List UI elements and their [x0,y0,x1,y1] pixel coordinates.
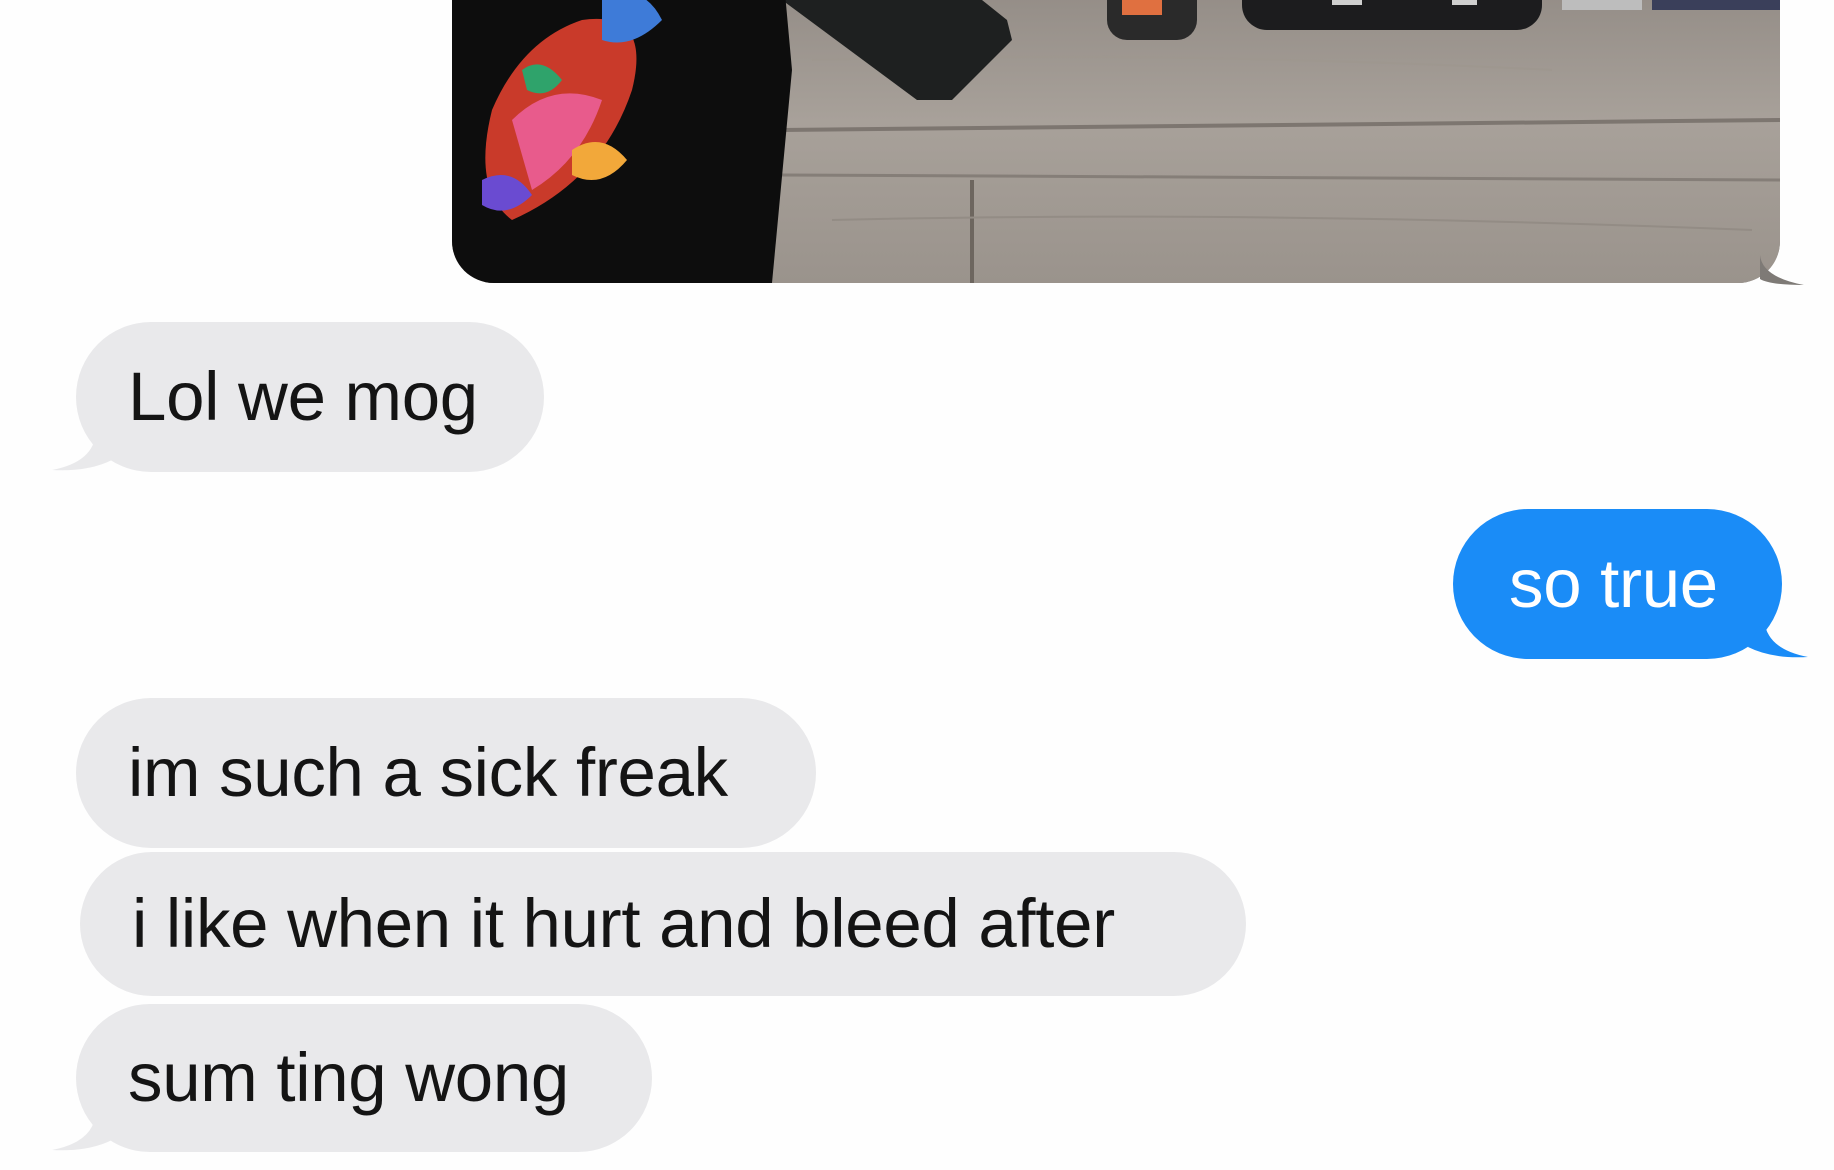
received-bubble-tail [52,432,112,471]
received-message-bubble[interactable]: im such a sick freak [76,698,816,848]
message-text: i like when it hurt and bleed after [132,885,1115,962]
sent-bubble-tail [1748,619,1808,658]
received-message-bubble[interactable]: Lol we mog [76,322,544,472]
received-message-bubble[interactable]: sum ting wong [76,1004,652,1152]
message-text: im such a sick freak [128,734,728,811]
sent-photo-message[interactable] [452,0,1780,283]
message-text: Lol we mog [128,358,478,435]
message-thread: Lol we mog so true im such a sick freak … [0,0,1834,1170]
sent-message-bubble[interactable]: so true [1453,509,1782,659]
received-message-bubble[interactable]: i like when it hurt and bleed after [80,852,1246,996]
received-bubble-tail [52,1112,112,1151]
message-text: sum ting wong [128,1039,569,1116]
message-text: so true [1509,545,1718,622]
photo-bubble-tail [1760,255,1804,285]
photo-image [452,0,1780,283]
